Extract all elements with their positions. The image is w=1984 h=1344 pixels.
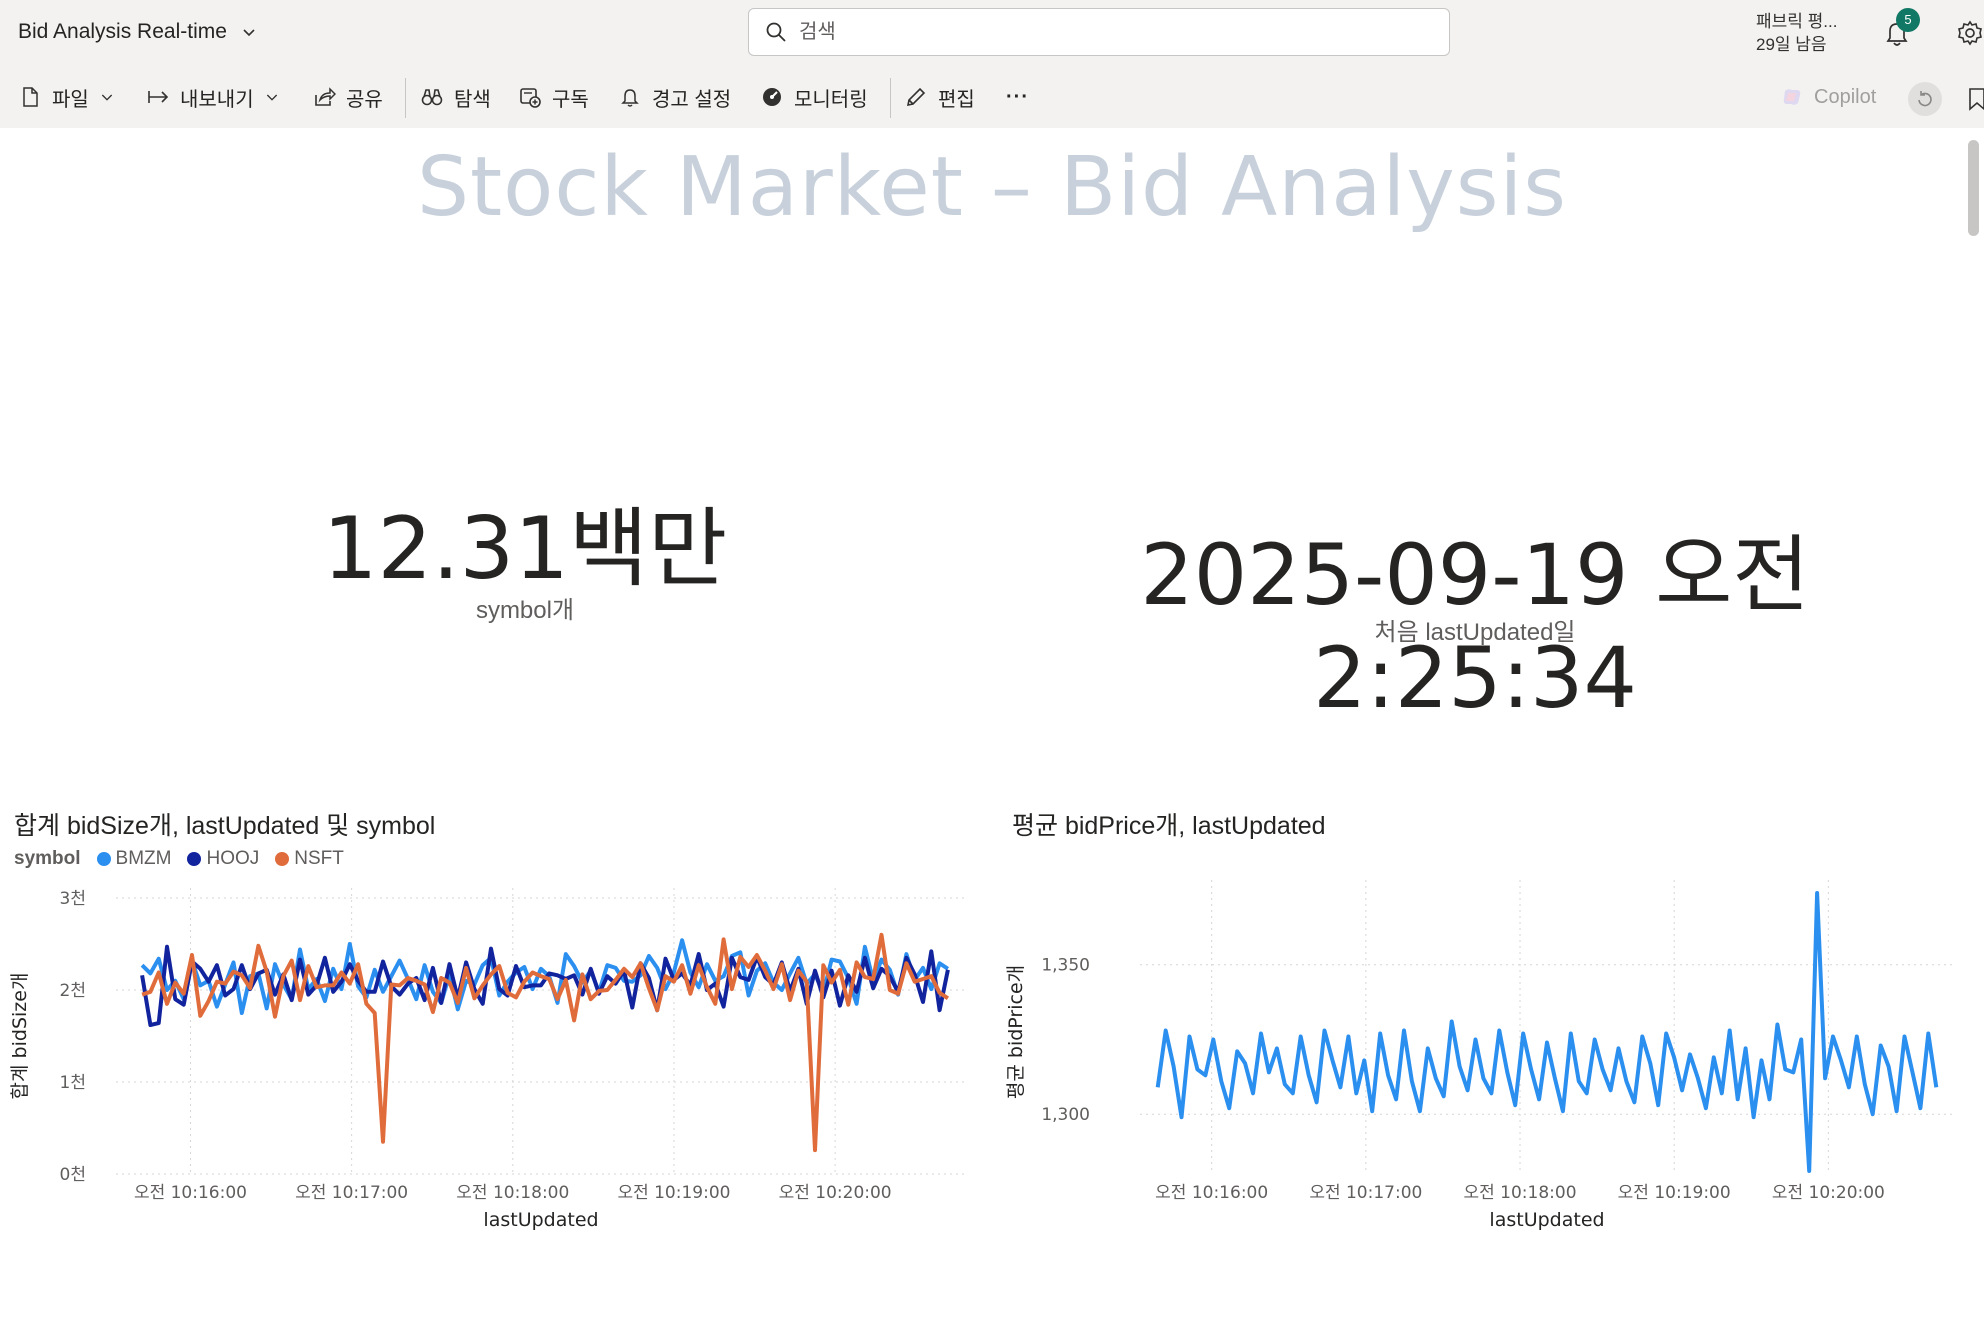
chart-gridlines <box>1140 880 1954 1174</box>
series-line-nsft[interactable] <box>141 932 950 1153</box>
monitor-label: 모니터링 <box>794 88 868 111</box>
monitor-button[interactable]: 모니터링 <box>760 66 868 128</box>
y-tick-label: 2천 <box>60 981 86 1001</box>
x-tick-label: 오전 10:19:00 <box>617 1183 730 1203</box>
card-first-updated-label: 처음 lastUpdated일 <box>1374 619 1576 646</box>
toolbar-divider <box>890 78 891 118</box>
x-tick-label: 오전 10:18:00 <box>456 1183 569 1203</box>
bell-icon <box>621 89 639 107</box>
bidsize-line-chart[interactable]: 오전 10:16:00 오전 10:17:00 오전 10:18:00 오전 10:1… <box>0 870 980 1250</box>
alert-settings-button[interactable]: 경고 설정 <box>618 66 731 128</box>
edit-label: 편집 <box>938 88 975 111</box>
gear-icon[interactable] <box>1955 18 1984 48</box>
reset-button[interactable] <box>1908 82 1942 116</box>
legend-dot <box>275 852 290 866</box>
file-icon <box>23 87 38 107</box>
chart-series-lines <box>1155 891 1939 1173</box>
subscribe-icon <box>520 88 541 108</box>
report-title: Stock Market – Bid Analysis <box>416 140 1567 235</box>
report-name-dropdown[interactable]: Bid Analysis Real-time <box>18 20 257 44</box>
undo-icon <box>1918 91 1932 107</box>
x-axis-title: lastUpdated <box>483 1209 598 1231</box>
vertical-scrollbar[interactable] <box>1966 128 1984 1344</box>
toolbar-divider <box>405 78 406 118</box>
binoculars-icon <box>421 89 443 106</box>
legend-label: HOOJ <box>206 848 260 869</box>
chart-series-lines <box>140 932 950 1153</box>
legend-dot <box>96 852 111 866</box>
share-button[interactable]: 공유 <box>312 66 383 128</box>
copilot-icon <box>1783 89 1801 105</box>
share-icon <box>315 87 336 106</box>
legend-label: BMZM <box>115 848 172 869</box>
x-tick-label: 오전 10:20:00 <box>779 1183 892 1203</box>
card-symbol-count-label: symbol개 <box>475 597 575 624</box>
explore-button[interactable]: 탐색 <box>420 66 491 128</box>
chevron-down-icon <box>266 94 277 101</box>
x-tick-label: 오전 10:16:00 <box>134 1183 247 1203</box>
gauge-icon <box>763 88 781 106</box>
pencil-icon <box>906 87 926 107</box>
file-menu-button[interactable]: 파일 <box>18 66 115 128</box>
edit-button[interactable]: 편집 <box>904 66 975 128</box>
legend-item-nsft[interactable]: NSFT <box>275 848 344 870</box>
subscribe-label: 구독 <box>552 88 589 111</box>
report-name: Bid Analysis Real-time <box>18 20 227 43</box>
file-label: 파일 <box>52 88 89 111</box>
chart-gridlines <box>116 888 966 1175</box>
card-symbol-count-value: 12.31백만 <box>322 499 728 599</box>
more-options-button[interactable]: ··· <box>1006 66 1029 128</box>
trial-status[interactable]: 패브릭 평... 29일 남음 <box>1756 10 1837 56</box>
y-tick-label: 3천 <box>60 889 86 909</box>
x-tick-label: 오전 10:17:00 <box>1309 1183 1422 1203</box>
chevron-down-icon <box>101 94 112 101</box>
more-options-label: ··· <box>1006 85 1029 108</box>
y-tick-label: 0천 <box>60 1165 86 1185</box>
bookmark-icon[interactable] <box>1968 86 1984 112</box>
y-axis-title: 평균 bidPrice개 <box>1005 965 1027 1099</box>
bidprice-line-chart[interactable]: 오전 10:16:00 오전 10:17:00 오전 10:18:00 오전 10:1… <box>996 850 1964 1250</box>
bidprice-chart-title: 평균 bidPrice개, lastUpdated <box>1012 812 1326 840</box>
y-axis-title: 합계 bidSize개 <box>9 973 31 1100</box>
chevron-down-icon <box>243 29 255 37</box>
x-tick-label: 오전 10:18:00 <box>1463 1183 1576 1203</box>
legend-item-bmzm[interactable]: BMZM <box>96 848 172 870</box>
share-label: 공유 <box>346 88 383 111</box>
trial-line1: 패브릭 평... <box>1756 12 1838 31</box>
legend-item-hooj[interactable]: HOOJ <box>187 848 259 870</box>
search-input[interactable] <box>799 20 1399 44</box>
trial-line2: 29일 남음 <box>1756 35 1827 54</box>
y-tick-label: 1,300 <box>1041 1105 1090 1125</box>
subscribe-button[interactable]: 구독 <box>518 66 589 128</box>
search-icon <box>766 22 786 42</box>
alert-settings-label: 경고 설정 <box>652 88 732 111</box>
x-tick-label: 오전 10:16:00 <box>1155 1183 1268 1203</box>
legend-dot <box>187 852 202 866</box>
x-tick-label: 오전 10:17:00 <box>295 1183 408 1203</box>
bidsize-chart-legend: symbol BMZM HOOJ NSFT <box>14 848 344 870</box>
legend-label: NSFT <box>294 848 344 869</box>
report-toolbar: 파일 내보내기 공유 탐색 구독 경고 설정 모니터링 편집 ··· Copil… <box>0 66 1984 128</box>
y-tick-label: 1,350 <box>1041 956 1090 976</box>
copilot-label: Copilot <box>1814 85 1877 108</box>
legend-title: symbol <box>14 848 81 869</box>
series-line-average[interactable] <box>1155 891 1939 1173</box>
notification-badge: 5 <box>1896 8 1920 32</box>
explore-label: 탐색 <box>454 88 491 111</box>
x-tick-label: 오전 10:19:00 <box>1618 1183 1731 1203</box>
x-tick-label: 오전 10:20:00 <box>1772 1183 1885 1203</box>
app-header: Bid Analysis Real-time 패브릭 평... 29일 남음 5 <box>0 0 1984 66</box>
y-tick-label: 1천 <box>60 1073 86 1093</box>
export-label: 내보내기 <box>180 88 254 111</box>
x-axis-title: lastUpdated <box>1489 1209 1604 1231</box>
export-arrow-icon <box>148 91 169 103</box>
bidsize-chart-title: 합계 bidSize개, lastUpdated 및 symbol <box>14 812 436 840</box>
export-menu-button[interactable]: 내보내기 <box>146 66 280 128</box>
chart-axes: 오전 10:16:00 오전 10:17:00 오전 10:18:00 오전 10:1… <box>9 889 892 1231</box>
search-box[interactable] <box>748 8 1450 56</box>
copilot-button[interactable]: Copilot <box>1780 66 1876 128</box>
